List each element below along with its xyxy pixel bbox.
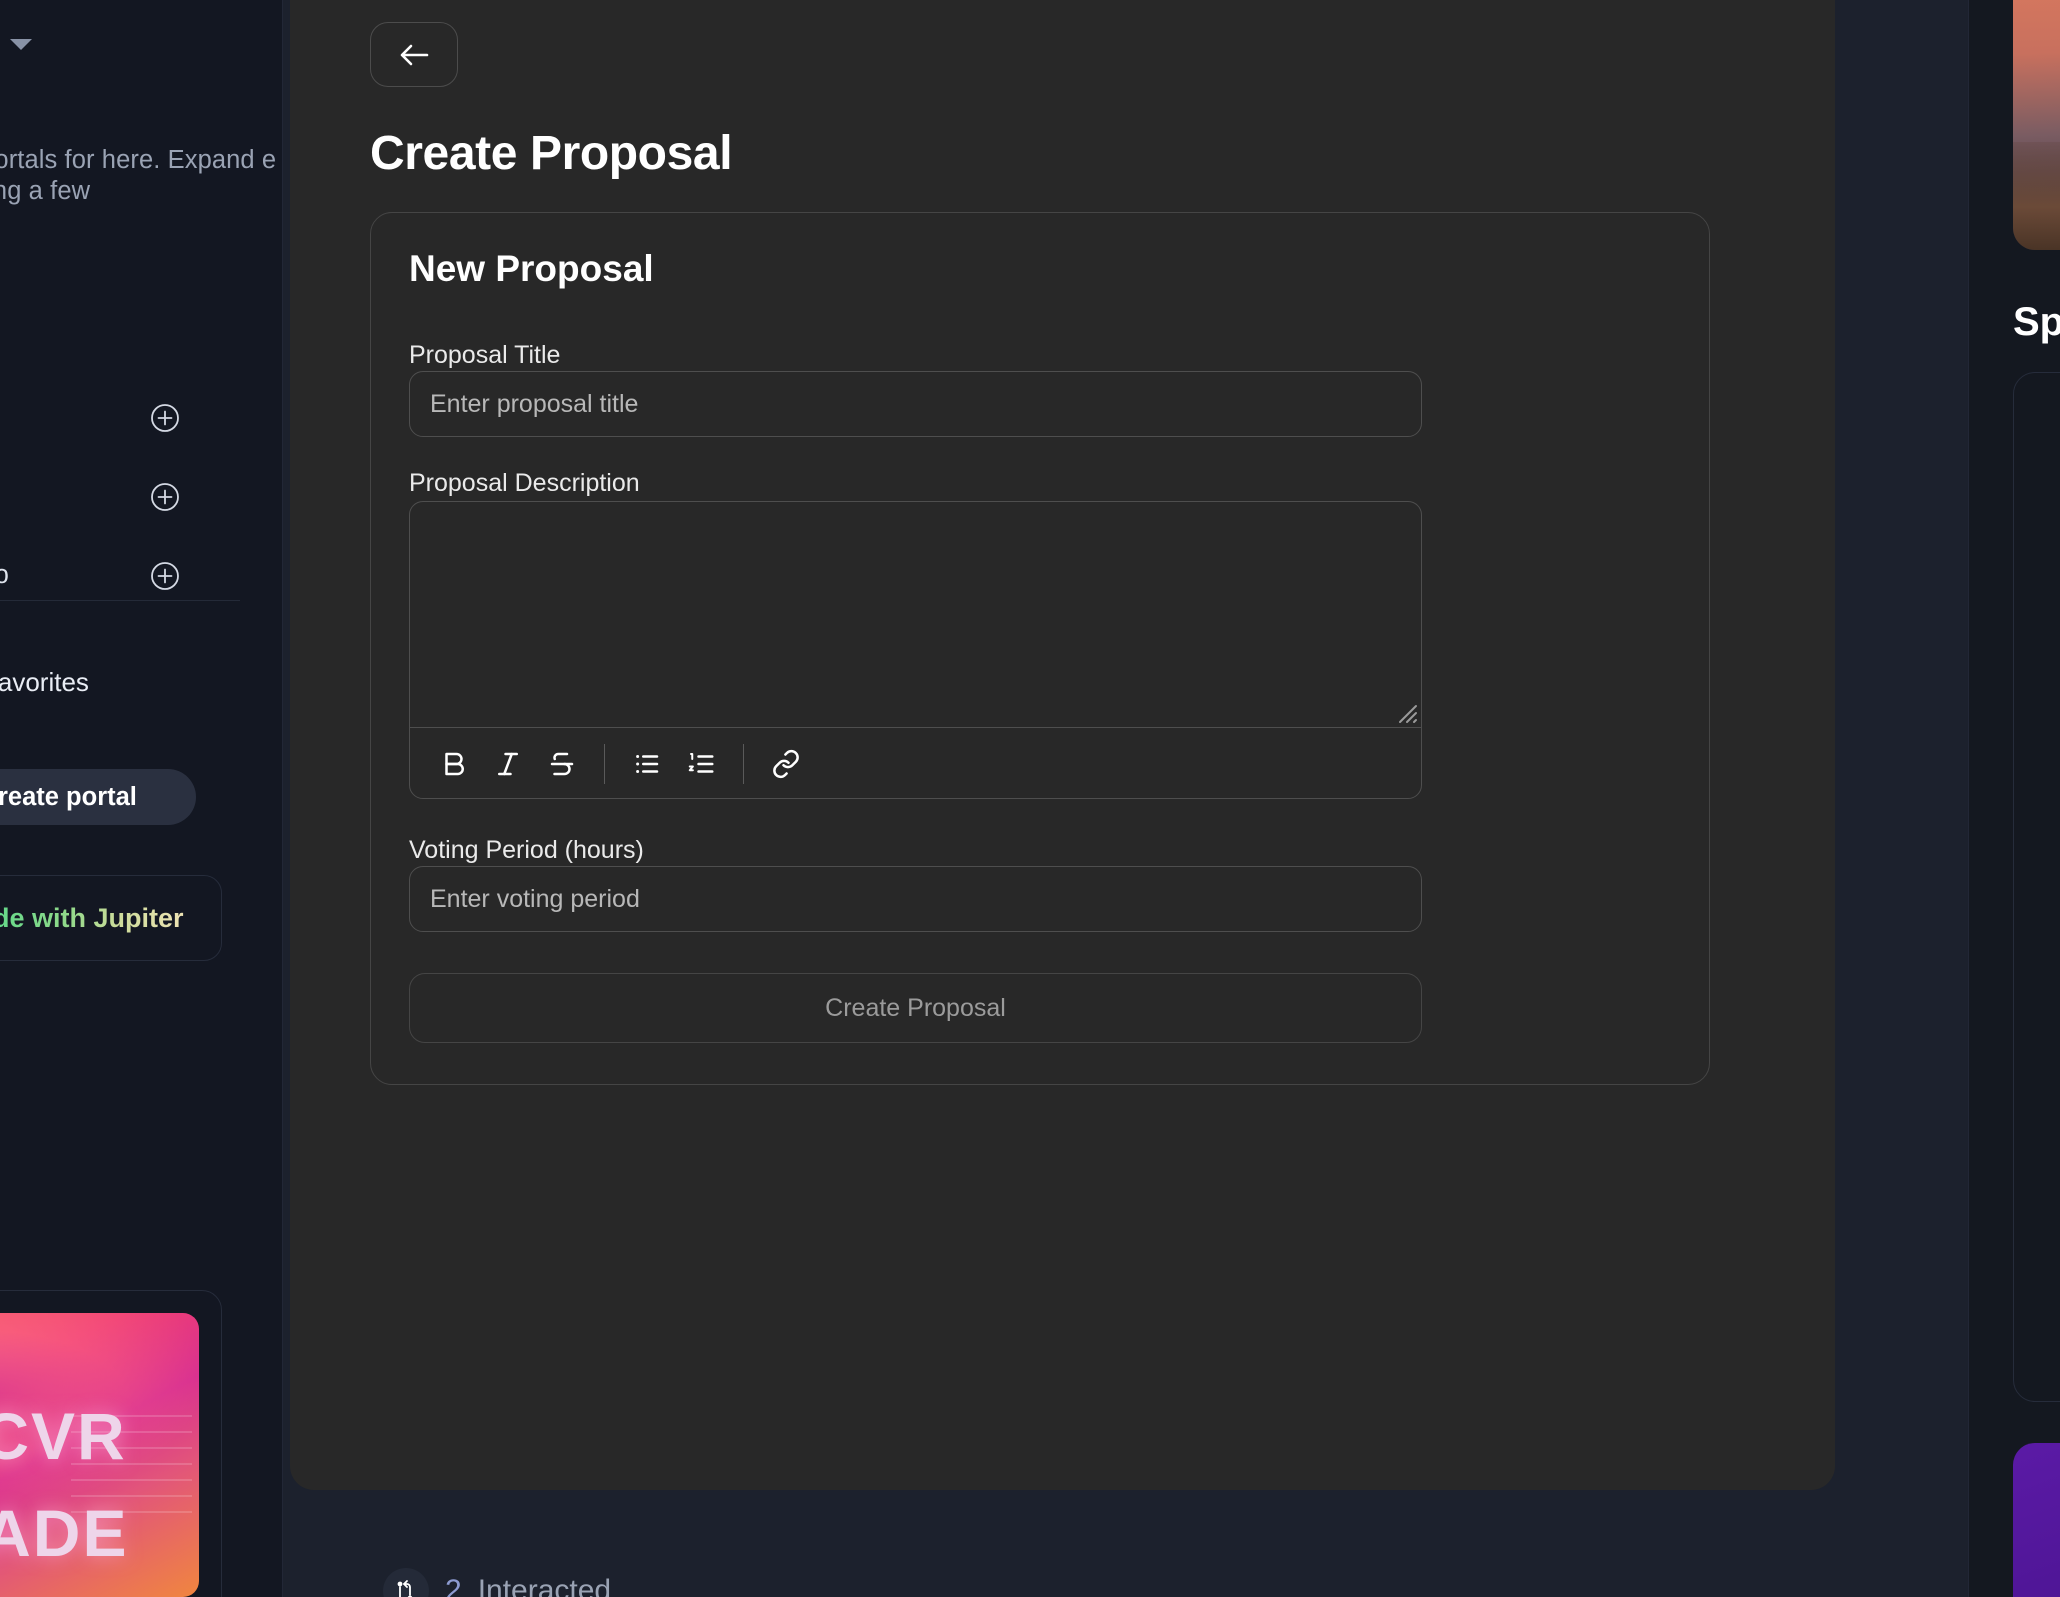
plus-circle-icon[interactable]	[150, 482, 180, 512]
proposal-description-label: Proposal Description	[409, 469, 640, 497]
form-card-title: New Proposal	[409, 248, 654, 289]
list-item-label: sino	[0, 561, 9, 590]
right-sidebar: Sp	[1968, 0, 2060, 1597]
right-sidebar-heading: Sp	[2013, 300, 2060, 344]
create-portal-button[interactable]: reate portal	[0, 769, 196, 825]
italic-icon[interactable]	[484, 740, 532, 788]
sidebar-favorites-label: Favorites	[0, 667, 89, 697]
sidebar-divider	[0, 600, 240, 601]
sidebar-helper-text: vorite portals for here. Expand e by add…	[0, 146, 277, 205]
bold-icon[interactable]	[430, 740, 478, 788]
voting-period-input[interactable]	[409, 866, 1422, 932]
editor-toolbar	[410, 729, 1421, 798]
back-button[interactable]	[370, 22, 458, 87]
chevron-down-icon[interactable]	[8, 36, 34, 52]
promo-line-2: CADE	[0, 1495, 129, 1570]
arrow-left-icon	[393, 39, 435, 71]
promo-artwork: SCVR CADE	[0, 1313, 199, 1597]
featured-image-card[interactable]	[2013, 0, 2060, 250]
repost-icon	[383, 1568, 429, 1597]
page-title: Create Proposal	[370, 127, 733, 180]
proposal-title-input[interactable]	[409, 371, 1422, 437]
toolbar-separator	[604, 744, 605, 784]
proposal-description-textarea[interactable]	[410, 502, 1421, 728]
trade-with-jupiter-button[interactable]: de with Jupiter	[0, 875, 222, 961]
numbered-list-icon[interactable]	[677, 740, 725, 788]
feed-stat-label: Interacted	[477, 1574, 612, 1597]
bullet-list-icon[interactable]	[623, 740, 671, 788]
create-proposal-submit-button[interactable]: Create Proposal	[409, 973, 1422, 1043]
list-item[interactable]: sino	[0, 536, 282, 615]
new-proposal-form: New Proposal Proposal Title Proposal Des…	[370, 212, 1710, 1085]
voting-period-label: Voting Period (hours)	[409, 836, 644, 864]
create-proposal-panel: Create Proposal New Proposal Proposal Ti…	[290, 0, 1835, 1490]
right-sidebar-card[interactable]	[2013, 372, 2060, 1402]
plus-circle-icon[interactable]	[150, 561, 180, 591]
feed-column: Create Proposal New Proposal Proposal Ti…	[283, 0, 1968, 1597]
proposal-title-label: Proposal Title	[409, 341, 561, 369]
list-item[interactable]: y	[0, 457, 282, 536]
proposal-description-editor	[409, 501, 1422, 799]
left-sidebar: vorite portals for here. Expand e by add…	[0, 0, 283, 1597]
list-item[interactable]: coin	[0, 378, 282, 457]
feed-stat-interacted[interactable]: 2 Interacted	[383, 1568, 611, 1597]
trade-with-jupiter-label: de with Jupiter	[0, 903, 184, 934]
plus-circle-icon[interactable]	[150, 403, 180, 433]
create-portal-label: reate portal	[0, 782, 137, 811]
feed-stat-count: 2	[445, 1574, 462, 1597]
strikethrough-icon[interactable]	[538, 740, 586, 788]
promo-card[interactable]: SCVR CADE	[0, 1290, 222, 1597]
promo-line-1: SCVR	[0, 1399, 127, 1474]
right-sidebar-inner: Sp	[2013, 0, 2060, 1597]
app-root: vorite portals for here. Expand e by add…	[0, 0, 2060, 1597]
link-icon[interactable]	[762, 740, 810, 788]
right-sidebar-promo-card[interactable]	[2013, 1443, 2060, 1597]
toolbar-separator	[743, 744, 744, 784]
sidebar-portal-list: coin y sino	[0, 378, 282, 615]
